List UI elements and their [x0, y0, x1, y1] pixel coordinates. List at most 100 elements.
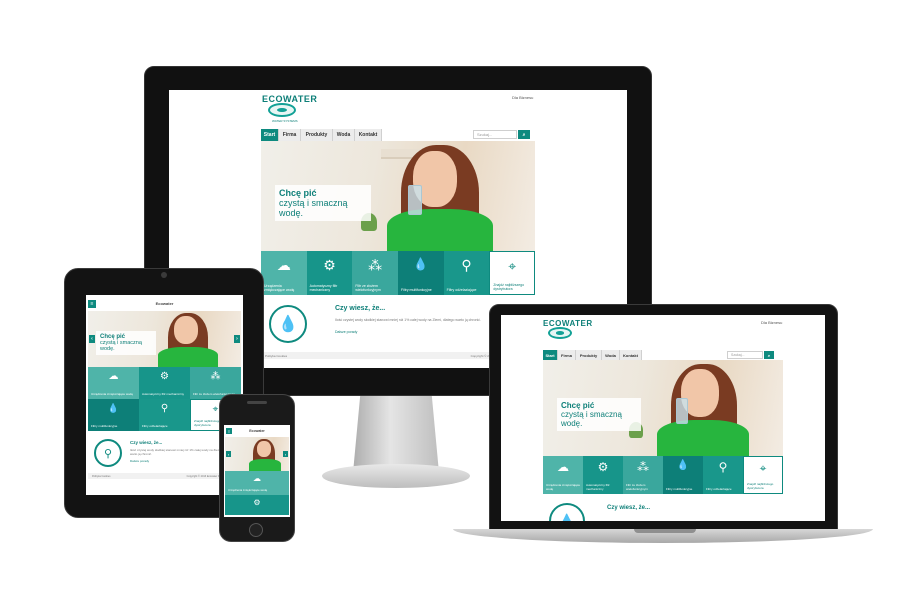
laptop-search-button[interactable]: ⌕ [764, 351, 774, 359]
laptop-menu-produkty[interactable]: Produkty [576, 350, 602, 360]
drops-icon: 💧 [676, 460, 690, 471]
tablet-header-title: Ecowater [155, 301, 174, 306]
laptop-hero-glass [676, 398, 688, 424]
laptop-product-tiles: ☁ Urządzenia zmiękczające wodę ⚙ Automatyc… [543, 456, 783, 494]
hero-glass [408, 185, 422, 215]
tablet-tap-icon: ⚲ [94, 439, 122, 467]
laptop-hero-banner: Chcę pić czystą i smaczną wodę. [543, 360, 783, 456]
search-input[interactable]: Szukaj... [473, 130, 517, 139]
tile-find-distributor[interactable]: ⌖ Znajdź najbliższego dystrybutora [489, 251, 535, 295]
hero-subheadline: czystą i smaczną wodę. [279, 198, 348, 218]
phone-screen: ≡ Ecowater ‹ › ☁ Urządzenia zmiękczające… [224, 425, 290, 517]
tablet-did-you-know-title: Czy wiesz, że... [130, 440, 163, 445]
logo-icon [268, 103, 296, 117]
laptop-tile-multifunction-filters[interactable]: 💧 Filtry multifunkcyjne [663, 456, 703, 494]
phone-tile-softeners[interactable]: ☁ Urządzenia zmiękczające wodę [225, 471, 289, 495]
tablet-hero-text-box: Chcę pić czystą i smaczną wodę. [96, 331, 156, 355]
tablet-hero-next-arrow[interactable]: › [234, 335, 240, 343]
tablet-tile-mechanical-filter[interactable]: ⚙ Automatyczny filtr mechaniczny [139, 367, 190, 399]
laptop-search-input[interactable]: Szukaj... [727, 351, 763, 359]
molecules-icon: ⁂ [637, 460, 649, 474]
hero-text-box: Chcę pić czystą i smaczną wodę. [275, 185, 371, 221]
phone-speaker [247, 401, 267, 404]
laptop-logo-icon [548, 327, 572, 339]
gears-icon: ⚙ [253, 498, 261, 507]
did-you-know-title: Czy wiesz, że... [335, 305, 386, 312]
menu-item-start[interactable]: Start [261, 129, 279, 141]
laptop-notch [634, 529, 696, 533]
tablet-tile-iron-filters[interactable]: ⚲ Filtry odżelaziające [139, 399, 190, 431]
tablet-hero-banner: Chcę pić czystą i smaczną wodę. ‹ › [88, 311, 241, 367]
tap-icon: ⚲ [160, 403, 169, 414]
monitor-stand-base [322, 464, 470, 488]
tile-softeners[interactable]: ☁ Urządzenia zmiękczające wodę [261, 251, 307, 295]
tile-iron-filters[interactable]: ⚲ Filtry odżelaziające [443, 251, 490, 295]
laptop-tile-softeners[interactable]: ☁ Urządzenia zmiękczające wodę [543, 456, 583, 494]
hero-headline: Chcę pić [279, 188, 317, 198]
tablet-tile-multifunction-filters[interactable]: 💧 Filtry multifunkcyjne [88, 399, 139, 431]
business-link[interactable]: Dla Biznesu [512, 95, 533, 100]
laptop-did-you-know-title: Czy wiesz, że... [607, 505, 651, 511]
laptop-hero-woman-shirt [657, 420, 749, 456]
laptop-business-link[interactable]: Dla Biznesu [761, 320, 782, 325]
logo-text[interactable]: ECOWATER [262, 94, 317, 104]
hero-woman-shirt [387, 209, 493, 251]
menu-item-firma[interactable]: Firma [279, 129, 301, 141]
gears-icon: ⚙ [160, 371, 169, 382]
phone-hero-woman-face [257, 441, 271, 457]
tile-multi-bed-filter[interactable]: ⁂ Filtr ze złożem wielofunkcyjnym [352, 251, 398, 295]
tablet-hero-prev-arrow[interactable]: ‹ [89, 335, 95, 343]
menu-item-produkty[interactable]: Produkty [301, 129, 333, 141]
main-menu: Start Firma Produkty Woda Kontakt [261, 129, 382, 141]
phone-hero-prev-arrow[interactable]: ‹ [226, 451, 231, 457]
gears-icon: ⚙ [323, 257, 336, 273]
phone-hero-woman-shirt [249, 459, 281, 471]
molecules-icon: ⁂ [368, 257, 383, 273]
laptop-hero-text-box: Chcę pić czystą i smaczną wodę. [557, 398, 641, 431]
tablet-hero-woman-shirt [158, 347, 218, 367]
gears-icon: ⚙ [597, 460, 609, 474]
tap-icon: ⚲ [718, 460, 728, 474]
map-pin-icon: ⌖ [759, 461, 767, 475]
cloud-icon: ☁ [557, 460, 569, 474]
tap-icon: ⚲ [461, 257, 472, 273]
logo-tagline: WATER SYSTEMS [272, 119, 298, 123]
drops-icon: 💧 [413, 257, 429, 271]
cloud-icon: ☁ [276, 257, 291, 273]
phone-tile-mechanical-filter[interactable]: ⚙ [225, 495, 289, 515]
monitor-stand-neck [353, 396, 439, 468]
laptop-menu-kontakt[interactable]: Kontakt [620, 350, 642, 360]
menu-item-kontakt[interactable]: Kontakt [355, 129, 382, 141]
phone-hero-next-arrow[interactable]: › [283, 451, 288, 457]
menu-item-woda[interactable]: Woda [333, 129, 355, 141]
laptop-logo-text[interactable]: ECOWATER [543, 319, 593, 328]
tile-mechanical-filter[interactable]: ⚙ Automatyczny filtr mechaniczny [306, 251, 353, 295]
laptop-menu-start[interactable]: Start [543, 350, 558, 360]
water-drop-icon: 💧 [269, 305, 307, 343]
cloud-icon: ☁ [253, 474, 261, 483]
drops-icon: 💧 [107, 403, 120, 413]
hero-banner: Chcę pić czystą i smaczną wodę. [261, 141, 535, 251]
laptop-tile-multi-bed-filter[interactable]: ⁂ Filtr ze złożem wielofunkcyjnym [623, 456, 663, 494]
product-tiles: ☁ Urządzenia zmiękczające wodę ⚙ Automatyc… [261, 251, 535, 295]
laptop-menu-firma[interactable]: Firma [558, 350, 576, 360]
footer-cookies-link[interactable]: Polityka Cookies [265, 354, 287, 358]
did-you-know-link[interactable]: Dalsze porady [335, 330, 357, 334]
tablet-did-you-know-link[interactable]: Dalsze porady [130, 459, 149, 463]
search-button[interactable]: ⌕ [518, 130, 530, 139]
laptop-menu-woda[interactable]: Woda [602, 350, 620, 360]
laptop-tile-mechanical-filter[interactable]: ⚙ Automatyczny filtr mechaniczny [583, 456, 623, 494]
tablet-tile-softeners[interactable]: ☁ Urządzenia zmiękczające wodę [88, 367, 139, 399]
molecules-icon: ⁂ [210, 371, 221, 382]
laptop-tile-find-distributor[interactable]: ⌖ Znajdź najbliższego dystrybutora [743, 456, 783, 494]
device-mockup-stage: ECOWATER WATER SYSTEMS Dla Biznesu Start… [0, 0, 916, 614]
tile-multifunction-filters[interactable]: 💧 Filtry multifunkcyjne [398, 251, 444, 295]
laptop-screen: ECOWATER Dla Biznesu Start Firma Produkt… [501, 315, 825, 521]
laptop-tile-iron-filters[interactable]: ⚲ Filtry odżelaziające [703, 456, 743, 494]
phone-home-button[interactable] [249, 523, 263, 537]
laptop-water-drop-icon: 💧 [549, 503, 585, 521]
tablet-camera [161, 272, 167, 278]
tablet-hero-woman-face [174, 316, 198, 344]
laptop-main-menu: Start Firma Produkty Woda Kontakt [543, 350, 642, 360]
phone-header-title: Ecowater [249, 429, 265, 433]
